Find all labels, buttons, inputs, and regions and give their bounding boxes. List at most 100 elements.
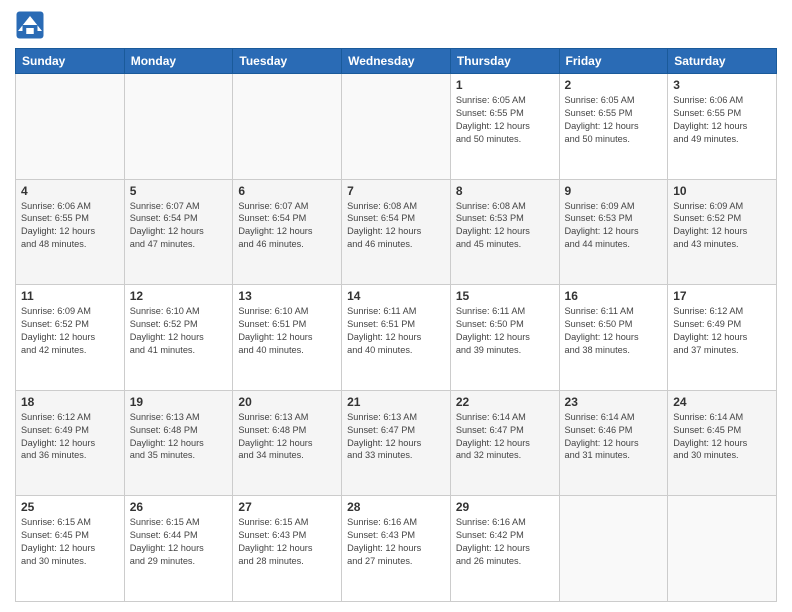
day-number: 15 (456, 289, 554, 303)
calendar-cell: 21 Sunrise: 6:13 AMSunset: 6:47 PMDayligh… (342, 390, 451, 496)
day-number: 18 (21, 395, 119, 409)
day-number: 8 (456, 184, 554, 198)
day-info: Sunrise: 6:10 AMSunset: 6:51 PMDaylight:… (238, 305, 336, 357)
day-info: Sunrise: 6:15 AMSunset: 6:44 PMDaylight:… (130, 516, 228, 568)
day-info: Sunrise: 6:11 AMSunset: 6:51 PMDaylight:… (347, 305, 445, 357)
calendar-cell: 11 Sunrise: 6:09 AMSunset: 6:52 PMDayligh… (16, 285, 125, 391)
col-header-wednesday: Wednesday (342, 49, 451, 74)
calendar-cell (668, 496, 777, 602)
day-number: 14 (347, 289, 445, 303)
calendar-cell (559, 496, 668, 602)
calendar-cell: 20 Sunrise: 6:13 AMSunset: 6:48 PMDayligh… (233, 390, 342, 496)
day-info: Sunrise: 6:16 AMSunset: 6:42 PMDaylight:… (456, 516, 554, 568)
calendar-cell: 24Sunrise: 6:14 AMSunset: 6:45 PMDayligh… (668, 390, 777, 496)
day-number: 13 (238, 289, 336, 303)
day-info: Sunrise: 6:13 AMSunset: 6:48 PMDaylight:… (238, 411, 336, 463)
day-number: 29 (456, 500, 554, 514)
day-info: Sunrise: 6:16 AMSunset: 6:43 PMDaylight:… (347, 516, 445, 568)
day-info: Sunrise: 6:06 AMSunset: 6:55 PMDaylight:… (21, 200, 119, 252)
day-number: 5 (130, 184, 228, 198)
page: SundayMondayTuesdayWednesdayThursdayFrid… (0, 0, 792, 612)
day-info: Sunrise: 6:11 AMSunset: 6:50 PMDaylight:… (456, 305, 554, 357)
day-number: 25 (21, 500, 119, 514)
day-number: 10 (673, 184, 771, 198)
day-info: Sunrise: 6:14 AMSunset: 6:47 PMDaylight:… (456, 411, 554, 463)
logo (15, 10, 49, 40)
calendar-week-row: 18Sunrise: 6:12 AMSunset: 6:49 PMDayligh… (16, 390, 777, 496)
day-info: Sunrise: 6:11 AMSunset: 6:50 PMDaylight:… (565, 305, 663, 357)
col-header-tuesday: Tuesday (233, 49, 342, 74)
day-number: 26 (130, 500, 228, 514)
day-info: Sunrise: 6:13 AMSunset: 6:48 PMDaylight:… (130, 411, 228, 463)
calendar-cell: 19 Sunrise: 6:13 AMSunset: 6:48 PMDayligh… (124, 390, 233, 496)
calendar-cell: 18Sunrise: 6:12 AMSunset: 6:49 PMDayligh… (16, 390, 125, 496)
day-number: 16 (565, 289, 663, 303)
calendar-cell (16, 74, 125, 180)
calendar-cell: 3Sunrise: 6:06 AMSunset: 6:55 PMDaylight… (668, 74, 777, 180)
day-number: 19 (130, 395, 228, 409)
calendar-cell: 10 Sunrise: 6:09 AMSunset: 6:52 PMDayligh… (668, 179, 777, 285)
calendar-cell (124, 74, 233, 180)
calendar-cell: 9 Sunrise: 6:09 AMSunset: 6:53 PMDaylight… (559, 179, 668, 285)
calendar-cell: 28 Sunrise: 6:16 AMSunset: 6:43 PMDayligh… (342, 496, 451, 602)
calendar-cell: 26 Sunrise: 6:15 AMSunset: 6:44 PMDayligh… (124, 496, 233, 602)
day-info: Sunrise: 6:07 AMSunset: 6:54 PMDaylight:… (238, 200, 336, 252)
calendar-cell: 13 Sunrise: 6:10 AMSunset: 6:51 PMDayligh… (233, 285, 342, 391)
calendar-cell: 8Sunrise: 6:08 AMSunset: 6:53 PMDaylight… (450, 179, 559, 285)
day-number: 17 (673, 289, 771, 303)
day-info: Sunrise: 6:05 AMSunset: 6:55 PMDaylight:… (565, 94, 663, 146)
calendar-cell: 5 Sunrise: 6:07 AMSunset: 6:54 PMDaylight… (124, 179, 233, 285)
calendar-cell: 6 Sunrise: 6:07 AMSunset: 6:54 PMDaylight… (233, 179, 342, 285)
day-number: 12 (130, 289, 228, 303)
day-info: Sunrise: 6:05 AMSunset: 6:55 PMDaylight:… (456, 94, 554, 146)
day-info: Sunrise: 6:07 AMSunset: 6:54 PMDaylight:… (130, 200, 228, 252)
day-info: Sunrise: 6:09 AMSunset: 6:52 PMDaylight:… (21, 305, 119, 357)
day-number: 6 (238, 184, 336, 198)
calendar-cell: 27 Sunrise: 6:15 AMSunset: 6:43 PMDayligh… (233, 496, 342, 602)
calendar-week-row: 25Sunrise: 6:15 AMSunset: 6:45 PMDayligh… (16, 496, 777, 602)
header (15, 10, 777, 40)
day-info: Sunrise: 6:12 AMSunset: 6:49 PMDaylight:… (673, 305, 771, 357)
calendar-cell: 16 Sunrise: 6:11 AMSunset: 6:50 PMDayligh… (559, 285, 668, 391)
calendar-cell: 25Sunrise: 6:15 AMSunset: 6:45 PMDayligh… (16, 496, 125, 602)
day-info: Sunrise: 6:13 AMSunset: 6:47 PMDaylight:… (347, 411, 445, 463)
calendar-cell: 2 Sunrise: 6:05 AMSunset: 6:55 PMDaylight… (559, 74, 668, 180)
calendar-cell: 1 Sunrise: 6:05 AMSunset: 6:55 PMDaylight… (450, 74, 559, 180)
calendar-week-row: 1 Sunrise: 6:05 AMSunset: 6:55 PMDaylight… (16, 74, 777, 180)
col-header-friday: Friday (559, 49, 668, 74)
calendar-cell (342, 74, 451, 180)
calendar-cell (233, 74, 342, 180)
day-info: Sunrise: 6:09 AMSunset: 6:52 PMDaylight:… (673, 200, 771, 252)
calendar-table: SundayMondayTuesdayWednesdayThursdayFrid… (15, 48, 777, 602)
calendar-cell: 14 Sunrise: 6:11 AMSunset: 6:51 PMDayligh… (342, 285, 451, 391)
day-info: Sunrise: 6:10 AMSunset: 6:52 PMDaylight:… (130, 305, 228, 357)
day-info: Sunrise: 6:14 AMSunset: 6:45 PMDaylight:… (673, 411, 771, 463)
day-info: Sunrise: 6:14 AMSunset: 6:46 PMDaylight:… (565, 411, 663, 463)
day-number: 9 (565, 184, 663, 198)
day-number: 4 (21, 184, 119, 198)
logo-icon (15, 10, 45, 40)
calendar-cell: 17 Sunrise: 6:12 AMSunset: 6:49 PMDayligh… (668, 285, 777, 391)
day-number: 1 (456, 78, 554, 92)
calendar-cell: 22Sunrise: 6:14 AMSunset: 6:47 PMDayligh… (450, 390, 559, 496)
day-number: 27 (238, 500, 336, 514)
calendar-cell: 29 Sunrise: 6:16 AMSunset: 6:42 PMDayligh… (450, 496, 559, 602)
col-header-thursday: Thursday (450, 49, 559, 74)
day-number: 2 (565, 78, 663, 92)
col-header-sunday: Sunday (16, 49, 125, 74)
day-number: 21 (347, 395, 445, 409)
day-info: Sunrise: 6:08 AMSunset: 6:54 PMDaylight:… (347, 200, 445, 252)
day-number: 7 (347, 184, 445, 198)
day-number: 3 (673, 78, 771, 92)
day-number: 28 (347, 500, 445, 514)
calendar-week-row: 11 Sunrise: 6:09 AMSunset: 6:52 PMDayligh… (16, 285, 777, 391)
day-info: Sunrise: 6:15 AMSunset: 6:43 PMDaylight:… (238, 516, 336, 568)
day-number: 11 (21, 289, 119, 303)
col-header-monday: Monday (124, 49, 233, 74)
calendar-cell: 7 Sunrise: 6:08 AMSunset: 6:54 PMDaylight… (342, 179, 451, 285)
calendar-cell: 12 Sunrise: 6:10 AMSunset: 6:52 PMDayligh… (124, 285, 233, 391)
day-info: Sunrise: 6:09 AMSunset: 6:53 PMDaylight:… (565, 200, 663, 252)
calendar-week-row: 4 Sunrise: 6:06 AMSunset: 6:55 PMDaylight… (16, 179, 777, 285)
day-number: 23 (565, 395, 663, 409)
day-number: 20 (238, 395, 336, 409)
